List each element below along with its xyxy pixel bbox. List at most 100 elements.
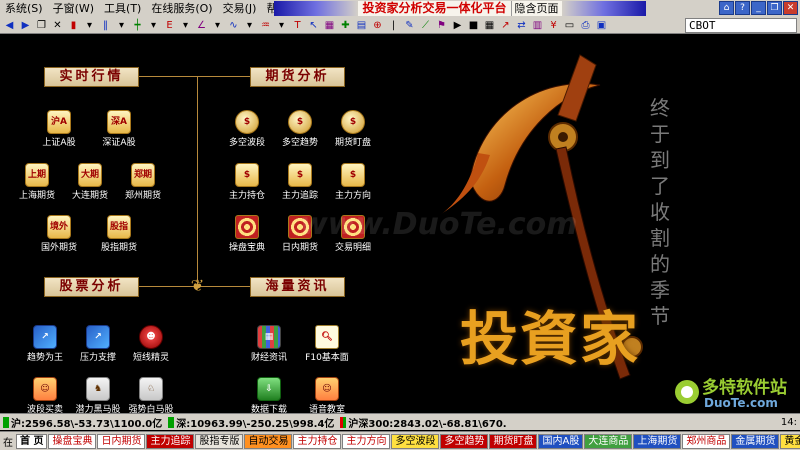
toolbar: ◀ ▶ ❐ ✕ ▮ ▾ ‖ ▾ ┿ ▾ E ▾ ∠ ▾ ∿ ▾ ♒ ▾ T ↖ … <box>2 17 609 34</box>
chevron-down-icon[interactable]: ▾ <box>114 18 129 33</box>
slogan-char: 季 <box>650 278 670 302</box>
trade-icon[interactable]: ¥ <box>546 18 561 33</box>
alarm-icon[interactable]: ♒ <box>258 18 273 33</box>
tab-metal-futures[interactable]: 金属期货 <box>731 433 780 449</box>
compare-icon[interactable]: ⇄ <box>514 18 529 33</box>
tab-intraday-futures[interactable]: 日内期货 <box>97 433 146 449</box>
chart-line-icon[interactable]: ↗ <box>498 18 513 33</box>
index-hs300[interactable]: 沪深300:2843.02\-68.81\670. <box>337 415 509 430</box>
tab-long-short-trend[interactable]: 多空趋势 <box>440 433 489 449</box>
duote-logo-icon <box>675 380 699 404</box>
back-icon[interactable]: ◀ <box>2 18 17 33</box>
chevron-down-icon[interactable]: ▾ <box>210 18 225 33</box>
layout-icon[interactable]: ▦ <box>322 18 337 33</box>
brand-logo-text: 投資家 <box>460 305 641 373</box>
index-status-icon <box>168 416 175 428</box>
tab-home[interactable]: 首 页 <box>16 433 48 449</box>
print-icon[interactable]: ⎙ <box>578 18 593 33</box>
bar-chart-icon[interactable]: ▮ <box>66 18 81 33</box>
tab-main-direction[interactable]: 主力方向 <box>342 433 391 449</box>
tab-gold-spot[interactable]: 黄金现货 <box>780 433 800 449</box>
tab-prefix: 在 <box>3 437 13 449</box>
index-status-icon <box>340 416 347 428</box>
add-window-icon[interactable]: ✚ <box>338 18 353 33</box>
flag-icon[interactable]: ⚑ <box>434 18 449 33</box>
chevron-down-icon[interactable]: ▾ <box>178 18 193 33</box>
table-icon[interactable]: ▦ <box>482 18 497 33</box>
menu-trade[interactable]: 交易(J) <box>218 0 262 17</box>
slogan-char: 于 <box>650 122 670 146</box>
menu-bar: 系统(S) 子窗(W) 工具(T) 在线服务(O) 交易(J) 帮助(H) <box>0 0 310 17</box>
stock-code-input[interactable]: CBOT <box>685 18 797 33</box>
tab-dalian-commodities[interactable]: 大连商品 <box>584 433 633 449</box>
period-icon[interactable]: ‖ <box>98 18 113 33</box>
duote-logo-cn: 多特软件站 <box>702 378 787 398</box>
home-window-icon[interactable]: ⌂ <box>719 1 734 15</box>
title-gradient-left <box>274 1 359 16</box>
slogan-char: 收 <box>650 200 670 224</box>
slogan-char: 的 <box>650 252 670 276</box>
menu-online-service[interactable]: 在线服务(O) <box>146 0 217 17</box>
menu-subwindow[interactable]: 子窗(W) <box>48 0 99 17</box>
close-tab-icon[interactable]: ✕ <box>50 18 65 33</box>
pen-icon[interactable]: ✎ <box>402 18 417 33</box>
slogan-char: 了 <box>650 174 670 198</box>
slogan-char: 割 <box>650 226 670 250</box>
save-icon[interactable]: ▣ <box>594 18 609 33</box>
tab-trading-manual[interactable]: 操盘宝典 <box>48 433 97 449</box>
stats-icon[interactable]: ▥ <box>530 18 545 33</box>
stop-icon[interactable]: ■ <box>466 18 481 33</box>
forward-icon[interactable]: ▶ <box>18 18 33 33</box>
tab-domestic-a-shares[interactable]: 国内A股 <box>538 433 584 449</box>
copy-icon[interactable]: ❐ <box>34 18 49 33</box>
menu-tools[interactable]: 工具(T) <box>99 0 146 17</box>
tab-main-tracking[interactable]: 主力追踪 <box>146 433 195 449</box>
hide-page-button[interactable]: 隐含页面 <box>510 1 562 16</box>
tab-index-futures-special[interactable]: 股指专版 <box>195 433 244 449</box>
bottom-tab-bar: 在 首 页 操盘宝典 日内期货 主力追踪 股指专版 自动交易 主力持仓 主力方向… <box>0 431 800 450</box>
tab-shanghai-futures[interactable]: 上海期货 <box>633 433 682 449</box>
restore-icon[interactable]: ❐ <box>767 1 782 15</box>
tab-zhengzhou-commodities[interactable]: 郑州商品 <box>682 433 731 449</box>
index-shenzhen[interactable]: 深:10963.99\-250.25\998.4亿 <box>165 415 337 430</box>
slogan-vertical: 终 于 到 了 收 割 的 季 节 <box>648 95 672 329</box>
duote-logo-en: DuoTe.com <box>704 396 778 410</box>
index-text: 深:10963.99\-250.25\998.4亿 <box>176 418 335 430</box>
draw-line-icon[interactable]: ∠ <box>194 18 209 33</box>
home-panel: ❦ 实时行情 期货分析 股票分析 海量资讯 沪A 上证A股 深A 深证A股 上期… <box>0 35 800 413</box>
menu-system[interactable]: 系统(S) <box>0 0 48 17</box>
clock-text: 14: <box>780 416 797 428</box>
pointer-icon[interactable]: ↖ <box>306 18 321 33</box>
tab-auto-trade[interactable]: 自动交易 <box>244 433 293 449</box>
app-title-box: 投资家分析交易一体化平台 隐含页面 <box>274 1 646 16</box>
zoom-icon[interactable]: ⊕ <box>370 18 385 33</box>
slogan-char: 节 <box>650 304 670 328</box>
tab-long-short-swing[interactable]: 多空波段 <box>391 433 440 449</box>
help-window-icon[interactable]: ? <box>735 1 750 15</box>
window-icon[interactable]: ▭ <box>562 18 577 33</box>
chevron-down-icon[interactable]: ▾ <box>242 18 257 33</box>
app-title: 投资家分析交易一体化平台 <box>358 1 511 16</box>
separator-icon: | <box>391 19 396 31</box>
slogan-char: 到 <box>650 148 670 172</box>
title-gradient-right <box>561 1 646 16</box>
close-icon[interactable]: ✕ <box>783 1 798 15</box>
text-tool-icon[interactable]: T <box>290 18 305 33</box>
chevron-down-icon[interactable]: ▾ <box>146 18 161 33</box>
play-icon[interactable]: ▶ <box>450 18 465 33</box>
chevron-down-icon[interactable]: ▾ <box>82 18 97 33</box>
wave-icon[interactable]: ∿ <box>226 18 241 33</box>
candle-icon[interactable]: ┿ <box>130 18 145 33</box>
tab-futures-watch[interactable]: 期货盯盘 <box>489 433 538 449</box>
index-shanghai[interactable]: 沪:2596.58\-53.73\1100.0亿 <box>0 415 165 430</box>
indicator-icon[interactable]: E <box>162 18 177 33</box>
index-status-icon <box>3 416 9 428</box>
minimize-icon[interactable]: _ <box>751 1 766 15</box>
index-text: 沪深300:2843.02\-68.81\670. <box>348 418 507 430</box>
trend-icon[interactable]: ⟋ <box>418 18 433 33</box>
duote-watermark: www.DuoTe.com <box>300 207 578 242</box>
tab-main-position[interactable]: 主力持仓 <box>293 433 342 449</box>
grid-icon[interactable]: ▤ <box>354 18 369 33</box>
chevron-down-icon[interactable]: ▾ <box>274 18 289 33</box>
top-bar: 系统(S) 子窗(W) 工具(T) 在线服务(O) 交易(J) 帮助(H) 投资… <box>0 0 800 34</box>
